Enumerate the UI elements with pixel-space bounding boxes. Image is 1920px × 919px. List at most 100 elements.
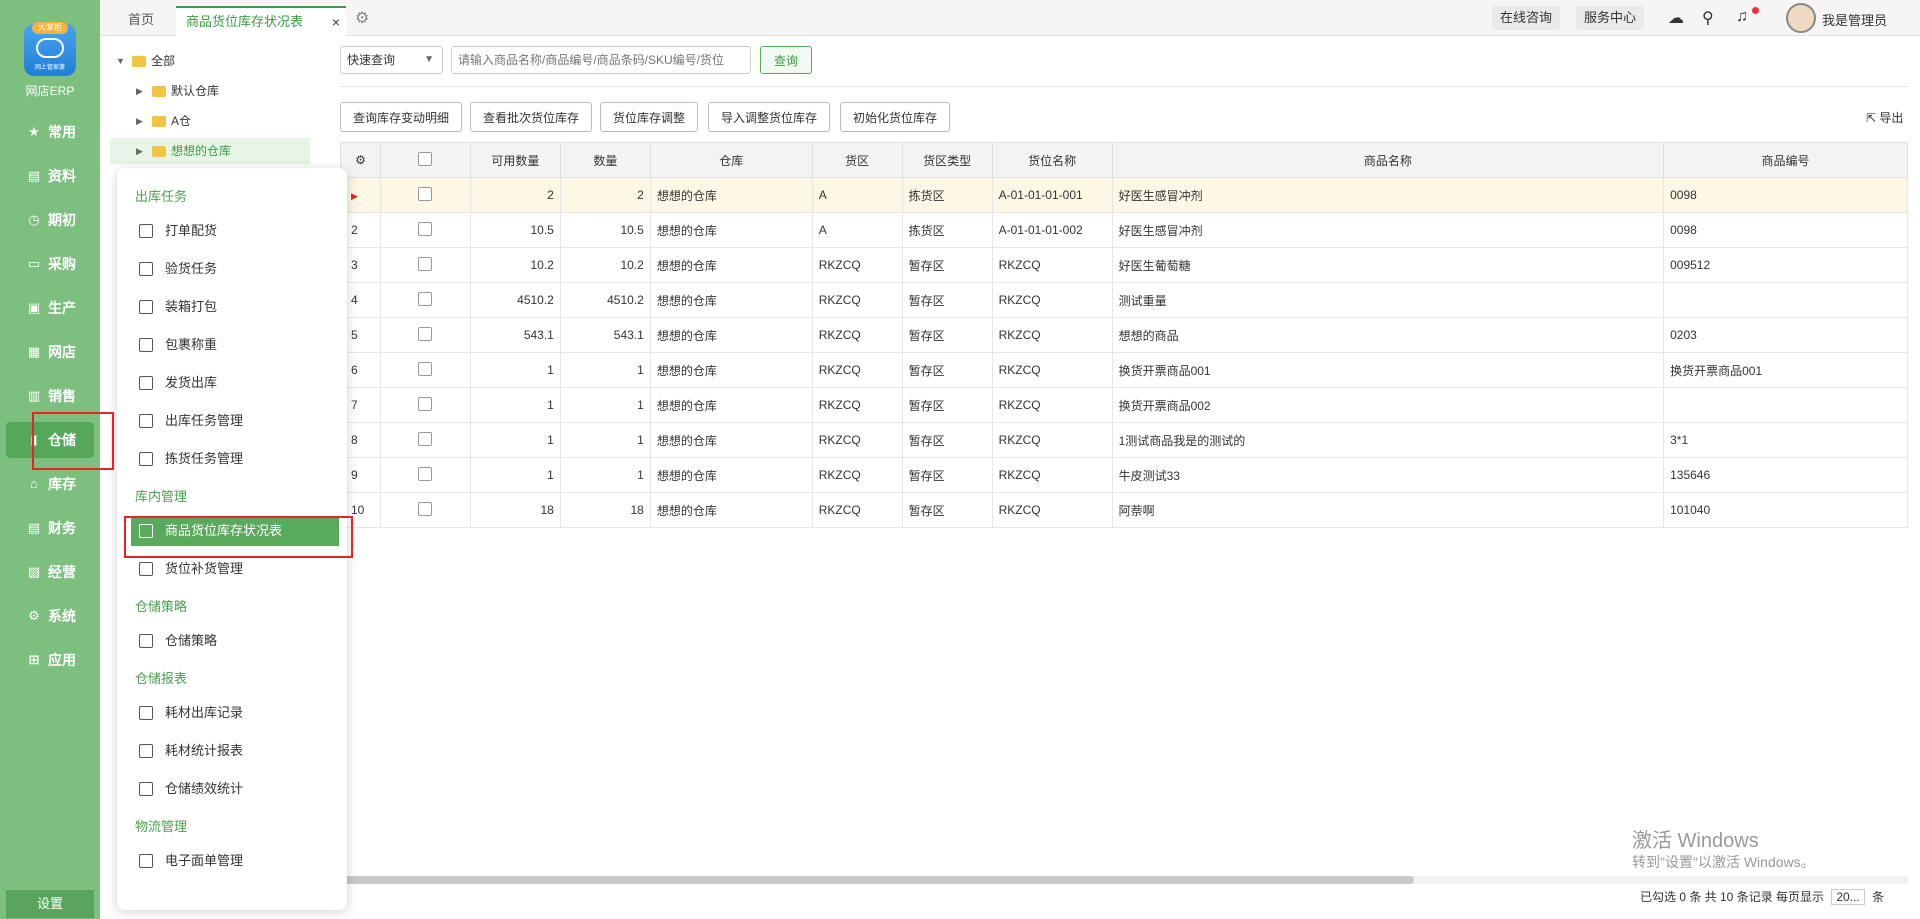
search-button[interactable]: 查询 [760,46,812,74]
nav-item-10[interactable]: ▧ 经营 [6,554,94,590]
nav-item-1[interactable]: ▤ 资料 [6,158,94,194]
nav-item-0[interactable]: ★ 常用 [6,114,94,150]
menu-item-outbound-6[interactable]: 拣货任务管理 [131,444,339,474]
bell-icon[interactable]: ♫ [1736,8,1748,26]
caret-down-icon[interactable]: ▼ [116,48,126,74]
tree-node-root[interactable]: ▼ 全部 [116,48,175,74]
menu-item-outbound-0[interactable]: 打单配货 [131,216,339,246]
menu-item-reports-1[interactable]: 耗材统计报表 [131,736,339,766]
caret-right-icon[interactable]: ▶ [136,108,146,134]
table-row[interactable]: 6 1 1 想想的仓库 RKZCQ 暂存区 RKZCQ 换货开票商品001 换货开票商品001 [340,352,1908,388]
nav-item-4[interactable]: ▣ 生产 [6,290,94,326]
tab-current[interactable]: 商品货位库存状况表 × [176,6,346,36]
row-checkbox-cell[interactable] [379,317,471,353]
row-checkbox-cell[interactable] [379,282,471,318]
table-row[interactable]: 2 10.5 10.5 想想的仓库 A 拣货区 A-01-01-01-002 好医生感冒冲剂 0… [340,212,1908,248]
row-checkbox[interactable] [418,291,433,306]
menu-item-strategy-0[interactable]: 仓储策略 [131,626,339,656]
tree-node-xiangxiang-warehouse[interactable]: ▶ 想想的仓库 [136,138,231,164]
nav-item-5[interactable]: ▦ 网店 [6,334,94,370]
row-checkbox-cell[interactable] [379,177,471,213]
row-checkbox-cell[interactable] [379,422,471,458]
export-button[interactable]: ⇱ 导出 [1866,109,1903,126]
nav-item-3[interactable]: ▭ 采购 [6,246,94,282]
app-logo[interactable]: 大掌柜 网上管家婆 [24,22,76,76]
table-row[interactable]: 7 1 1 想想的仓库 RKZCQ 暂存区 RKZCQ 换货开票商品002 [340,387,1908,423]
nav-item-9[interactable]: ▤ 财务 [6,510,94,546]
search-input[interactable] [451,46,751,74]
col-header-available[interactable]: 可用数量 [469,142,561,178]
online-consult-button[interactable]: 在线咨询 [1492,6,1561,30]
table-row[interactable]: 4 4510.2 4510.2 想想的仓库 RKZCQ 暂存区 RKZCQ 测试重量 [340,282,1908,318]
query-stock-changes-button[interactable]: 查询库存变动明细 [340,102,463,132]
user-name[interactable]: 我是管理员 [1822,10,1887,29]
menu-item-inwarehouse-1[interactable]: 货位补货管理 [131,554,339,584]
page-size-select[interactable]: 20... [1831,889,1865,905]
row-checkbox-cell[interactable] [379,387,471,423]
table-row[interactable]: 10 18 18 想想的仓库 RKZCQ 暂存区 RKZCQ 阿萘啊 101040 [340,492,1908,528]
table-row[interactable]: 3 10.2 10.2 想想的仓库 RKZCQ 暂存区 RKZCQ 好医生葡萄糖 009512 [340,247,1908,283]
col-header-warehouse[interactable]: 仓库 [649,142,813,178]
menu-item-reports-0[interactable]: 耗材出库记录 [131,698,339,728]
menu-item-reports-2[interactable]: 仓储绩效统计 [131,774,339,804]
row-checkbox[interactable] [418,186,433,201]
cloud-download-icon[interactable]: ☁ [1668,8,1684,28]
search-icon[interactable]: ⚲ [1702,8,1714,28]
import-adjust-location-stock-button[interactable]: 导入调整货位库存 [708,102,831,132]
menu-item-logistics-0[interactable]: 电子面单管理 [131,846,339,876]
menu-item-outbound-4[interactable]: 发货出库 [131,368,339,398]
col-header-product-code[interactable]: 商品编号 [1663,142,1908,178]
table-row[interactable]: 5 543.1 543.1 想想的仓库 RKZCQ 暂存区 RKZCQ 想想的商品 0203 [340,317,1908,353]
row-checkbox[interactable] [418,396,433,411]
caret-right-icon[interactable]: ▶ [136,78,146,104]
nav-item-6[interactable]: ▥ 销售 [6,378,94,414]
tree-node-a-warehouse[interactable]: ▶ A仓 [136,108,191,134]
avatar[interactable] [1786,3,1816,33]
service-center-button[interactable]: 服务中心 [1576,6,1645,30]
quick-query-select[interactable]: 快速查询 ▼ [340,46,443,74]
col-header-product-name[interactable]: 商品名称 [1111,142,1665,178]
menu-item-outbound-1[interactable]: 验货任务 [131,254,339,284]
horizontal-scrollbar[interactable] [340,876,1908,884]
menu-item-outbound-5[interactable]: 出库任务管理 [131,406,339,436]
caret-right-icon[interactable]: ▶ [136,138,146,164]
gear-icon[interactable]: ⚙ [355,8,369,28]
row-checkbox[interactable] [418,256,433,271]
col-header-location[interactable]: 货位名称 [991,142,1113,178]
menu-item-outbound-2[interactable]: 装箱打包 [131,292,339,322]
settings-button[interactable]: 设置 [6,890,94,918]
adjust-location-stock-button[interactable]: 货位库存调整 [600,102,699,132]
row-checkbox[interactable] [418,326,433,341]
close-icon[interactable]: × [332,8,340,36]
table-row[interactable]: 8 1 1 想想的仓库 RKZCQ 暂存区 RKZCQ 1测试商品我是的测试的 3*1 [340,422,1908,458]
col-header-quantity[interactable]: 数量 [559,142,651,178]
row-checkbox[interactable] [418,431,433,446]
row-checkbox-cell[interactable] [379,247,471,283]
select-all-checkbox-cell[interactable] [379,142,471,178]
row-checkbox[interactable] [418,501,433,516]
nav-item-2[interactable]: ◷ 期初 [6,202,94,238]
row-checkbox[interactable] [418,221,433,236]
row-checkbox-cell[interactable] [379,492,471,528]
cell-wh: 想想的仓库 [649,422,813,458]
view-batch-location-stock-button[interactable]: 查看批次货位库存 [470,102,593,132]
select-all-checkbox[interactable] [418,151,433,166]
row-checkbox-cell[interactable] [379,457,471,493]
nav-item-11[interactable]: ⚙ 系统 [6,598,94,634]
row-checkbox-cell[interactable] [379,352,471,388]
init-location-stock-button[interactable]: 初始化货位库存 [840,102,951,132]
plus-icon: ⊞ [28,652,40,667]
scrollbar-thumb[interactable] [340,876,1414,884]
menu-item-outbound-3[interactable]: 包裹称重 [131,330,339,360]
col-header-zone-type[interactable]: 货区类型 [901,142,993,178]
tab-home[interactable]: 首页 [128,6,154,36]
nav-item-12[interactable]: ⊞ 应用 [6,642,94,678]
row-checkbox[interactable] [418,361,433,376]
table-row[interactable]: ▶ 2 2 想想的仓库 A 拣货区 A-01-01-01-001 好医生感冒冲剂 0098 [340,177,1908,213]
row-checkbox-cell[interactable] [379,212,471,248]
row-checkbox[interactable] [418,466,433,481]
table-row[interactable]: 9 1 1 想想的仓库 RKZCQ 暂存区 RKZCQ 牛皮测试33 135646 [340,457,1908,493]
tree-node-default-warehouse[interactable]: ▶ 默认仓库 [136,78,219,104]
col-header-zone[interactable]: 货区 [811,142,903,178]
nav-item-8[interactable]: ⌂ 库存 [6,466,94,502]
